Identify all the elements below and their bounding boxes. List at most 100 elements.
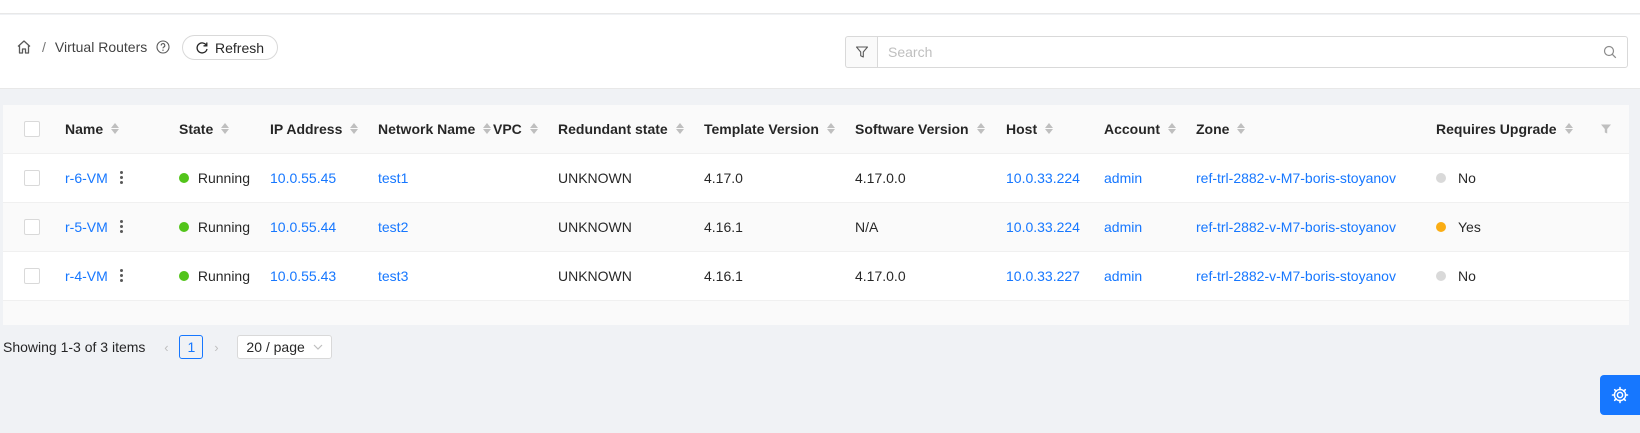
filter-button[interactable] [845, 36, 878, 68]
template-version-text: 4.17.0 [704, 169, 743, 186]
refresh-button[interactable]: Refresh [182, 35, 279, 60]
page-size-value: 20 / page [246, 339, 305, 355]
filter-icon [855, 46, 869, 58]
column-header-redundant-state[interactable]: Redundant state [558, 105, 704, 154]
column-header-name[interactable]: Name [65, 105, 153, 154]
top-strip [0, 0, 1640, 14]
zone-link[interactable]: ref-trl-2882-v-M7-boris-stoyanov [1196, 219, 1396, 235]
prev-page-icon[interactable]: ‹ [159, 340, 173, 355]
zone-link[interactable]: ref-trl-2882-v-M7-boris-stoyanov [1196, 170, 1396, 186]
account-link[interactable]: admin [1104, 170, 1142, 186]
sort-icon[interactable] [1237, 123, 1246, 135]
redundant-state-text: UNKNOWN [558, 218, 632, 235]
search-input[interactable] [888, 44, 1603, 60]
ip-address-link[interactable]: 10.0.55.45 [270, 170, 336, 186]
status-dot [179, 172, 189, 183]
requires-upgrade-text: Yes [1458, 218, 1481, 235]
home-icon[interactable] [15, 38, 33, 56]
state-text: Running [197, 218, 250, 235]
column-header-host[interactable]: Host [1006, 105, 1104, 154]
router-name-link[interactable]: r-6-VM [65, 170, 108, 186]
more-actions-icon[interactable] [118, 267, 125, 284]
sort-icon[interactable] [976, 123, 985, 135]
sort-icon[interactable] [221, 123, 230, 135]
template-version-text: 4.16.1 [704, 267, 743, 284]
state-text: Running [197, 169, 250, 186]
routers-table: Name State IP Address Network Name VPC R… [3, 105, 1629, 325]
ip-address-link[interactable]: 10.0.55.43 [270, 268, 336, 284]
table-row: r-5-VM Running 10.0.55.44 test2 UNKNOWN … [3, 202, 1629, 252]
more-actions-icon[interactable] [118, 169, 125, 186]
sort-icon[interactable] [826, 123, 835, 135]
software-version-text: 4.17.0.0 [855, 169, 906, 186]
page-size-select[interactable]: 20 / page [237, 335, 332, 359]
column-header-requires-upgrade[interactable]: Requires Upgrade [1436, 105, 1596, 154]
sort-icon[interactable] [1564, 123, 1573, 135]
requires-upgrade-text: No [1458, 169, 1476, 186]
breadcrumb: / Virtual Routers [15, 37, 170, 57]
column-header-account[interactable]: Account [1104, 105, 1196, 154]
sort-icon[interactable] [350, 123, 359, 135]
host-link[interactable]: 10.0.33.227 [1006, 268, 1080, 284]
reload-icon [196, 41, 208, 54]
gear-icon [1611, 386, 1629, 404]
column-header-template-version[interactable]: Template Version [704, 105, 855, 154]
row-checkbox[interactable] [24, 267, 40, 284]
column-header-network-name[interactable]: Network Name [358, 105, 493, 154]
requires-upgrade-text: No [1458, 267, 1476, 284]
page-number-button[interactable]: 1 [179, 335, 204, 359]
account-link[interactable]: admin [1104, 268, 1142, 284]
settings-button[interactable] [1600, 375, 1640, 415]
upgrade-status-dot [1436, 172, 1446, 183]
table-row: r-6-VM Running 10.0.55.45 test1 UNKNOWN … [3, 153, 1629, 203]
status-dot [179, 221, 189, 232]
upgrade-status-dot [1436, 221, 1446, 232]
network-name-link[interactable]: test2 [378, 219, 408, 235]
search-icon[interactable] [1603, 45, 1617, 59]
host-link[interactable]: 10.0.33.224 [1006, 219, 1080, 235]
refresh-label: Refresh [215, 39, 265, 56]
sort-icon[interactable] [1168, 123, 1176, 135]
upgrade-status-dot [1436, 270, 1446, 281]
select-all-checkbox[interactable] [24, 120, 40, 137]
redundant-state-text: UNKNOWN [558, 169, 632, 186]
row-checkbox[interactable] [24, 169, 40, 186]
router-name-link[interactable]: r-5-VM [65, 219, 108, 235]
breadcrumb-separator: / [42, 39, 46, 55]
state-text: Running [197, 267, 250, 284]
network-name-link[interactable]: test3 [378, 268, 408, 284]
column-header-software-version[interactable]: Software Version [855, 105, 1006, 154]
ip-address-link[interactable]: 10.0.55.44 [270, 219, 336, 235]
sort-icon[interactable] [483, 123, 492, 135]
next-page-icon[interactable]: › [209, 340, 223, 355]
template-version-text: 4.16.1 [704, 218, 743, 235]
zone-link[interactable]: ref-trl-2882-v-M7-boris-stoyanov [1196, 268, 1396, 284]
pagination-bar: Showing 1-3 of 3 items ‹ 1 › 20 / page [3, 335, 332, 359]
software-version-text: N/A [855, 218, 879, 235]
software-version-text: 4.17.0.0 [855, 267, 906, 284]
column-header-zone[interactable]: Zone [1196, 105, 1436, 154]
router-name-link[interactable]: r-4-VM [65, 268, 108, 284]
sort-icon[interactable] [529, 123, 538, 135]
page-header: / Virtual Routers Refresh [0, 15, 1640, 89]
account-link[interactable]: admin [1104, 219, 1142, 235]
network-name-link[interactable]: test1 [378, 170, 408, 186]
table-header-row: Name State IP Address Network Name VPC R… [3, 105, 1629, 154]
column-header-ip-address[interactable]: IP Address [250, 105, 359, 154]
host-link[interactable]: 10.0.33.224 [1006, 170, 1080, 186]
page-title: Virtual Routers [54, 39, 148, 55]
sort-icon[interactable] [1045, 123, 1054, 135]
table-row: r-4-VM Running 10.0.55.43 test3 UNKNOWN … [3, 251, 1629, 301]
search-box [877, 36, 1628, 68]
column-header-state[interactable]: State [153, 105, 250, 154]
column-filter-icon[interactable] [1600, 123, 1612, 135]
question-circle-icon[interactable] [156, 40, 170, 54]
sort-icon[interactable] [111, 123, 120, 135]
more-actions-icon[interactable] [118, 218, 125, 235]
chevron-down-icon [313, 344, 323, 350]
column-header-vpc[interactable]: VPC [493, 105, 558, 154]
redundant-state-text: UNKNOWN [558, 267, 632, 284]
sort-icon[interactable] [675, 123, 684, 135]
pagination-summary: Showing 1-3 of 3 items [3, 339, 146, 355]
row-checkbox[interactable] [24, 218, 40, 235]
